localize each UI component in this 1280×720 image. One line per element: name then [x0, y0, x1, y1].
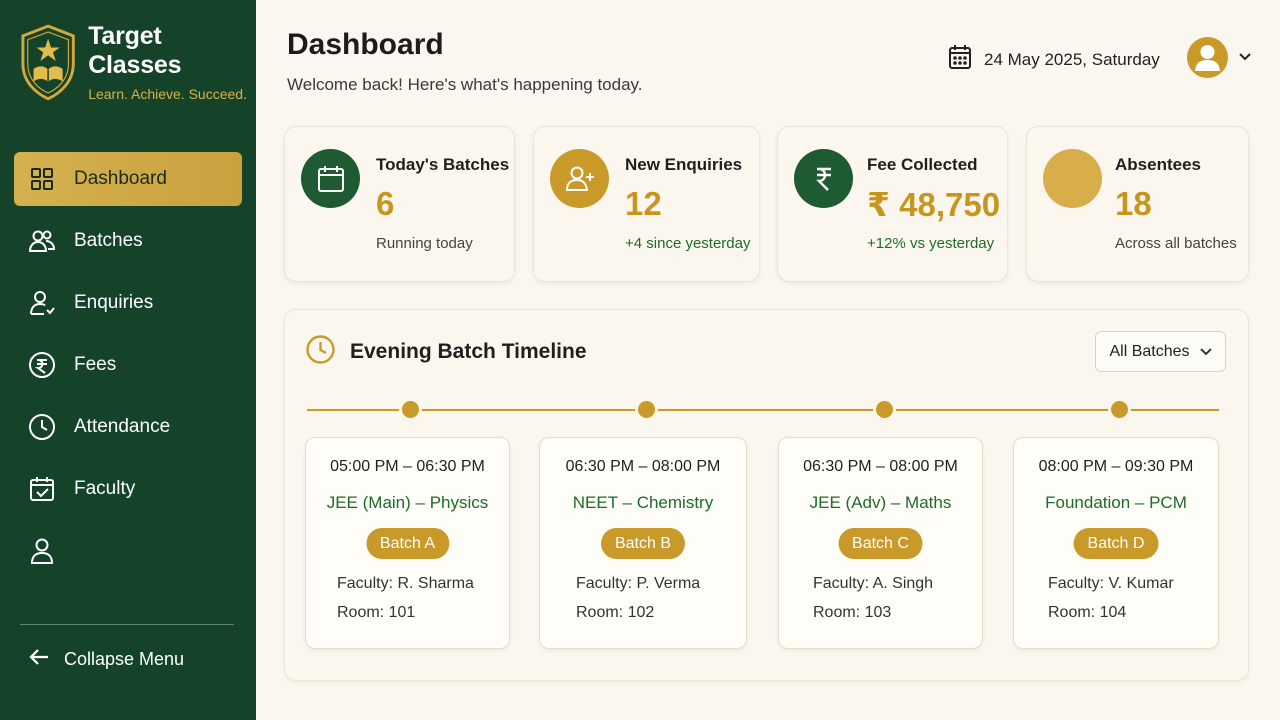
sidebar-item-faculty[interactable]: Faculty [14, 462, 242, 516]
date-text: 24 May 2025, Saturday [984, 49, 1160, 69]
sidebar-item-label: Attendance [74, 416, 171, 437]
stat-label: Absentees [1115, 155, 1201, 174]
batch-faculty: Faculty: P. Verma [576, 575, 701, 592]
calendar-icon [948, 44, 972, 75]
calendar-icon [301, 149, 360, 208]
stat-note: +12% vs yesterday [867, 235, 995, 252]
batch-time: 06:30 PM – 08:00 PM [803, 458, 958, 475]
stat-note: Running today [376, 235, 473, 252]
evening-batch-timeline-panel: Evening Batch Timeline All Batches 05:00… [284, 309, 1249, 681]
arrow-left-icon [28, 646, 50, 673]
stat-label: New Enquiries [625, 155, 743, 174]
panel-title: Evening Batch Timeline [350, 340, 587, 363]
batch-course: JEE (Main) – Physics [326, 493, 489, 512]
profile-menu[interactable] [1187, 37, 1252, 78]
stat-note: +4 since yesterday [625, 235, 751, 252]
batch-card-b[interactable]: 06:30 PM – 08:00 PM NEET – Chemistry Bat… [539, 437, 747, 649]
brand-tagline: Learn. Achieve. Succeed. [88, 86, 247, 102]
batch-course: Foundation – PCM [1045, 493, 1187, 512]
sidebar: Target Classes Learn. Achieve. Succeed. … [0, 0, 256, 720]
sidebar-item-label: Dashboard [74, 168, 167, 189]
stat-label: Fee Collected [867, 155, 978, 174]
chevron-down-icon[interactable] [1238, 49, 1252, 67]
batch-badge: Batch B [600, 528, 686, 559]
grid-icon [28, 165, 56, 193]
batch-card-d[interactable]: 08:00 PM – 09:30 PM Foundation – PCM Bat… [1013, 437, 1219, 649]
sidebar-item-label: Faculty [74, 478, 136, 499]
sidebar-nav: Dashboard Batches Enquiries Fees Attenda… [14, 152, 242, 586]
batch-course: JEE (Adv) – Maths [809, 493, 952, 512]
batch-badge: Batch C [838, 528, 923, 559]
avatar[interactable] [1187, 37, 1228, 78]
user-question-icon [28, 289, 56, 317]
sidebar-item-enquiries[interactable]: Enquiries [14, 276, 242, 330]
user-icon [28, 537, 56, 565]
batch-time: 06:30 PM – 08:00 PM [565, 458, 721, 475]
brand[interactable]: Target Classes Learn. Achieve. Succeed. [20, 22, 256, 102]
timeline-dot [635, 398, 658, 421]
rupee-icon [794, 149, 853, 208]
batch-filter-dropdown[interactable]: All Batches [1095, 331, 1226, 372]
current-date: 24 May 2025, Saturday [948, 44, 1160, 75]
page-subtitle: Welcome back! Here's what's happening to… [287, 75, 643, 94]
timeline-dot [399, 398, 422, 421]
timeline-line [307, 409, 1219, 411]
sidebar-item-attendance[interactable]: Attendance [14, 400, 242, 454]
batch-faculty: Faculty: V. Kumar [1048, 575, 1174, 592]
chevron-down-icon [1199, 347, 1212, 355]
stat-card-fee-collected[interactable]: Fee Collected ₹ 48,750 +12% vs yesterday [777, 126, 1008, 282]
timeline-dot [1108, 398, 1131, 421]
panel-header: Evening Batch Timeline [305, 334, 587, 370]
timeline-dot [873, 398, 896, 421]
stat-card-absentees[interactable]: Absentees 18 Across all batches [1026, 126, 1249, 282]
batch-course: NEET – Chemistry [572, 493, 714, 512]
clock-icon [305, 334, 336, 370]
brand-name: Target Classes [88, 22, 182, 79]
blank-circle-icon [1043, 149, 1102, 208]
shield-logo-icon [21, 24, 75, 101]
collapse-menu-label: Collapse Menu [64, 649, 185, 669]
sidebar-divider [20, 624, 234, 625]
collapse-menu-button[interactable]: Collapse Menu [28, 646, 184, 673]
clock-icon [28, 413, 56, 441]
sidebar-item-label: Batches [74, 230, 143, 251]
sidebar-item-profile[interactable] [14, 524, 242, 578]
sidebar-item-dashboard[interactable]: Dashboard [14, 152, 242, 206]
batch-filter-value: All Batches [1109, 342, 1190, 360]
batch-time: 05:00 PM – 06:30 PM [330, 458, 485, 475]
batch-card-a[interactable]: 05:00 PM – 06:30 PM JEE (Main) – Physics… [305, 437, 510, 649]
sidebar-item-label: Enquiries [74, 292, 154, 313]
batch-room: Room: 103 [813, 604, 892, 621]
calendar-check-icon [28, 475, 56, 503]
stat-card-new-enquiries[interactable]: New Enquiries 12 +4 since yesterday [533, 126, 760, 282]
batch-faculty: Faculty: A. Singh [813, 575, 934, 592]
stat-value: 18 [1115, 185, 1152, 222]
batch-room: Room: 101 [337, 604, 416, 621]
stat-value: 6 [376, 185, 395, 222]
users-icon [28, 227, 56, 255]
batch-faculty: Faculty: R. Sharma [337, 575, 474, 592]
stat-value: ₹ 48,750 [867, 186, 1001, 223]
user-plus-icon [550, 149, 609, 208]
stat-label: Today's Batches [376, 155, 510, 174]
batch-time: 08:00 PM – 09:30 PM [1038, 458, 1194, 475]
rupee-icon [28, 351, 56, 379]
sidebar-item-batches[interactable]: Batches [14, 214, 242, 268]
stat-value: 12 [625, 185, 662, 222]
batch-room: Room: 102 [576, 604, 655, 621]
sidebar-item-label: Fees [74, 354, 117, 375]
page-title: Dashboard [287, 28, 444, 61]
batch-badge: Batch D [1073, 528, 1159, 559]
batch-room: Room: 104 [1048, 604, 1127, 621]
batch-card-c[interactable]: 06:30 PM – 08:00 PM JEE (Adv) – Maths Ba… [778, 437, 983, 649]
stat-card-todays-batches[interactable]: Today's Batches 6 Running today [284, 126, 515, 282]
sidebar-item-fees[interactable]: Fees [14, 338, 242, 392]
stat-note: Across all batches [1115, 235, 1237, 252]
batch-badge: Batch A [365, 528, 450, 559]
